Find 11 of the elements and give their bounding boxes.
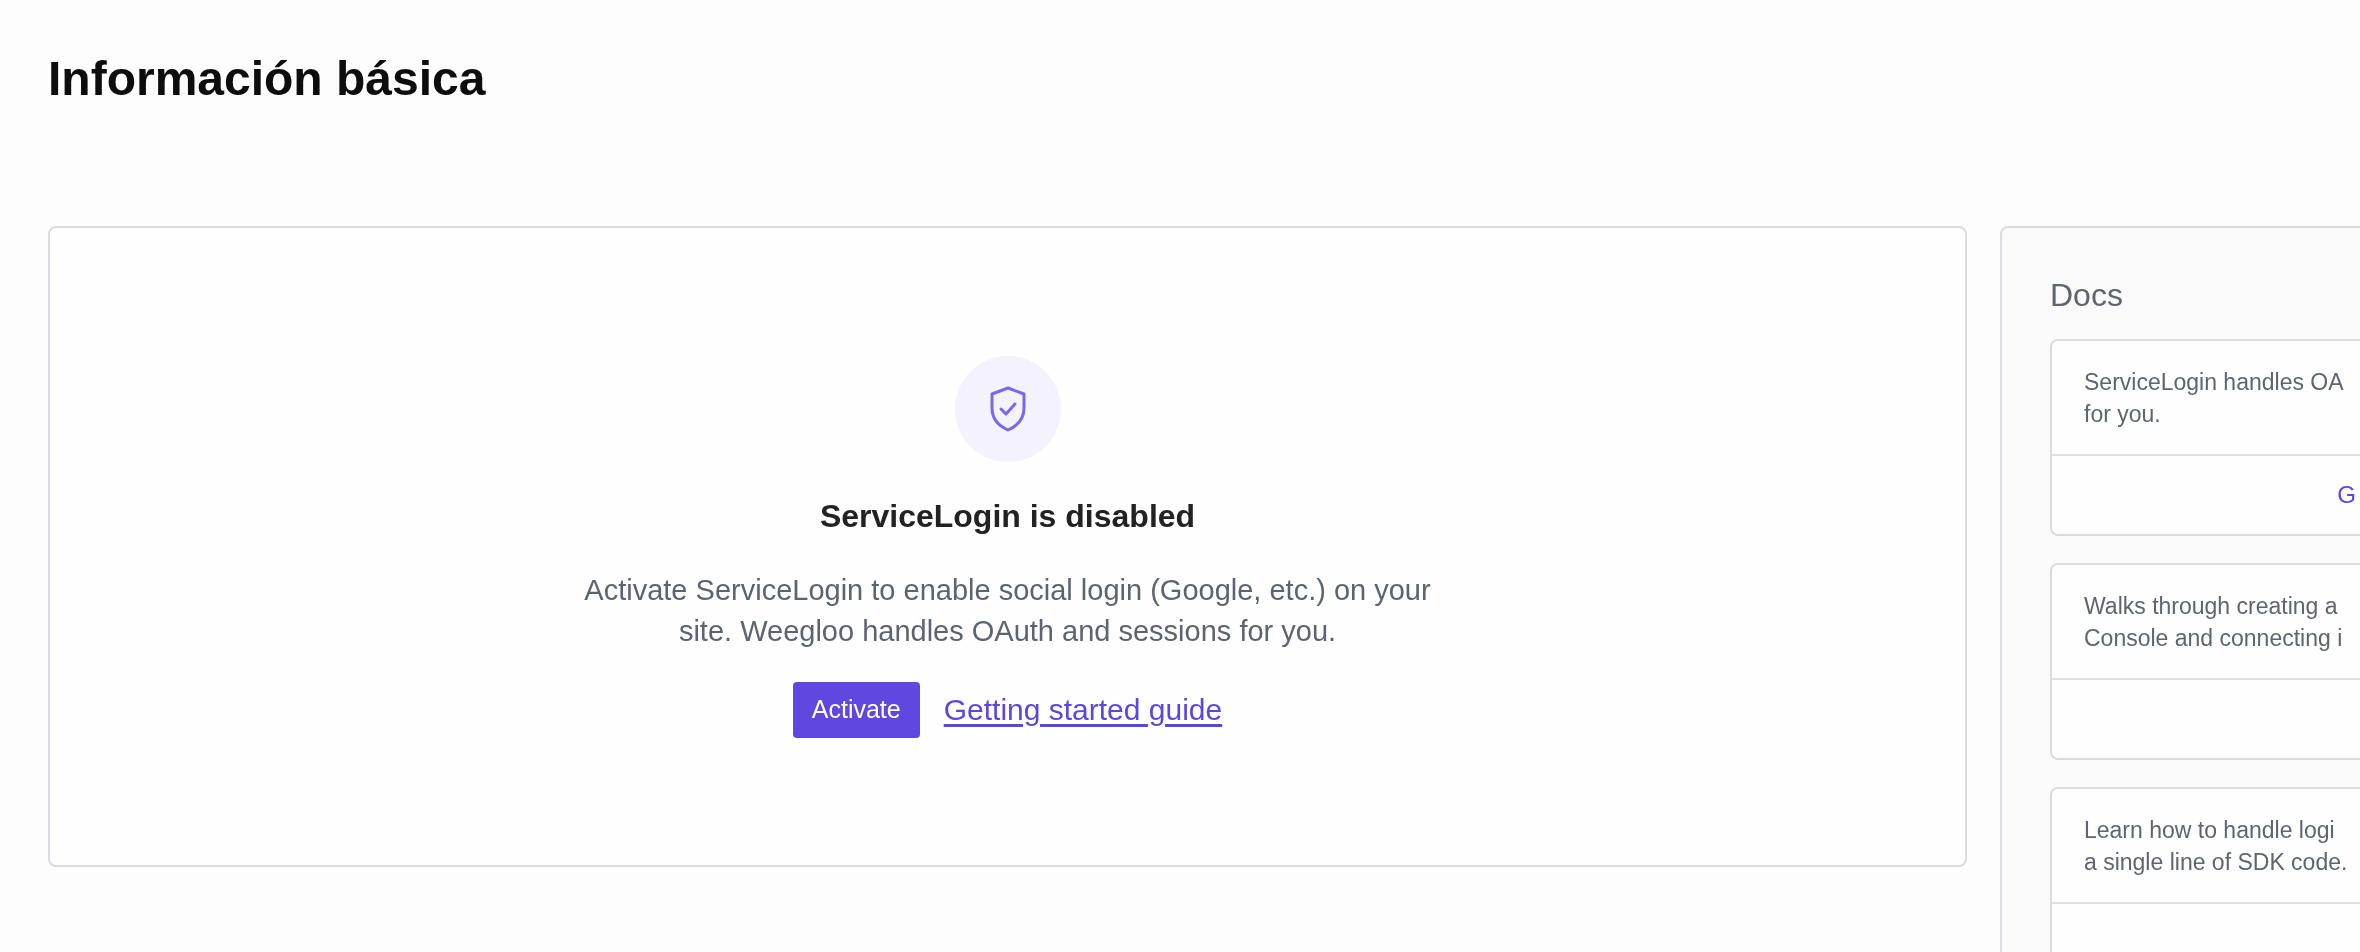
status-title: ServiceLogin is disabled (819, 496, 1196, 536)
activate-button[interactable]: Activate (792, 681, 920, 738)
doc-description: Learn how to handle logi a single line of SDK code. (2083, 816, 2349, 877)
page-title: Información básica (48, 51, 487, 107)
status-description: Activate ServiceLogin to enable social login (Google, etc.) on your site. Weegloo handles OAuth and sessions for you. (583, 572, 1432, 649)
shield-check-icon (954, 355, 1061, 462)
doc-description: ServiceLogin handles OA for you. (2083, 368, 2345, 429)
guide-link[interactable]: Getting started guide (943, 692, 1223, 727)
doc-description: Walks through creating a Console and connecting i (2083, 592, 2344, 653)
docs-heading: Docs (2050, 276, 2124, 315)
doc-link[interactable]: G (2337, 481, 2356, 509)
